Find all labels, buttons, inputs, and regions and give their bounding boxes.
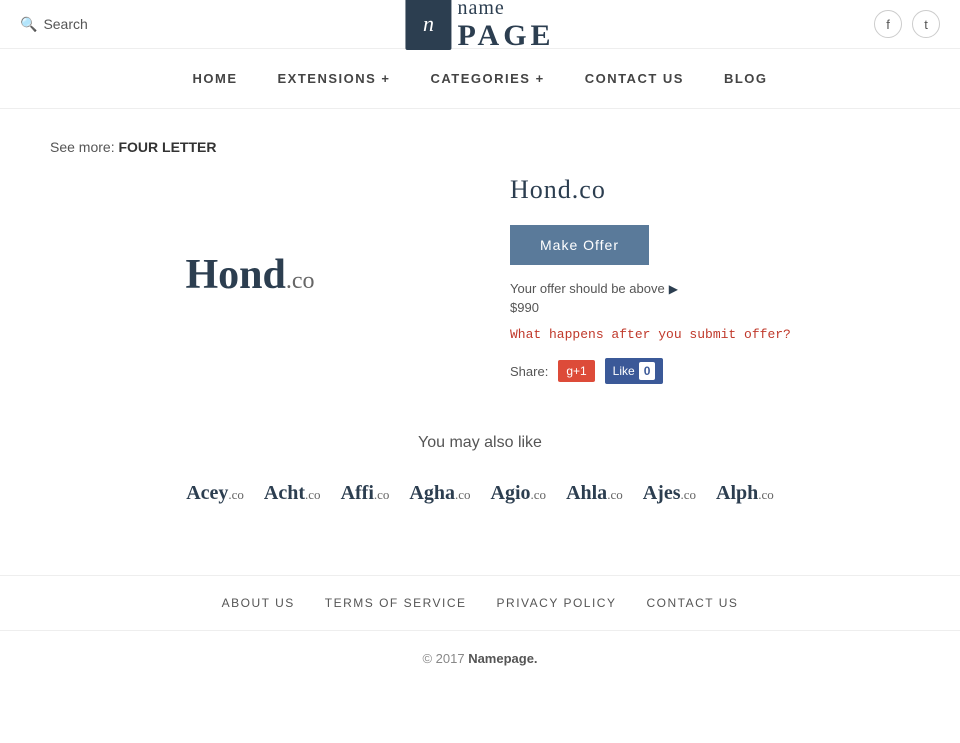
logo-text: name PAGE (457, 0, 554, 52)
logo-icon: n (405, 0, 451, 50)
fb-like-label: Like (613, 364, 635, 378)
footer-site-link[interactable]: Namepage. (468, 651, 537, 666)
domain-title: Hond.co (510, 175, 910, 205)
nav-blog[interactable]: BLOG (724, 67, 768, 90)
offer-arrow-icon: ▶ (669, 282, 678, 296)
domain-list: Acey.co Acht.co Affi.co Agha.co Agio.co … (50, 482, 910, 505)
list-item[interactable]: Agha.co (409, 482, 470, 505)
footer-nav: ABOUT US TERMS OF SERVICE PRIVACY POLICY… (0, 576, 960, 631)
offer-price: $990 (510, 300, 910, 315)
breadcrumb: See more: FOUR LETTER (50, 139, 910, 155)
fb-count: 0 (639, 362, 656, 380)
search-area[interactable]: 🔍 Search (20, 16, 88, 33)
domain-info: Hond.co Make Offer Your offer should be … (510, 175, 910, 384)
list-item[interactable]: Ahla.co (566, 482, 623, 505)
search-icon: 🔍 (20, 16, 37, 33)
footer-copyright: © 2017 Namepage. (0, 631, 960, 686)
share-row: Share: g+1 Like 0 (510, 358, 910, 384)
nav-extensions[interactable]: EXTENSIONS + (277, 67, 390, 90)
list-item[interactable]: Ajes.co (643, 482, 696, 505)
social-icons: f t (874, 10, 940, 38)
facebook-icon[interactable]: f (874, 10, 902, 38)
domain-preview: Hond.co (50, 175, 450, 375)
nav-contact[interactable]: CONTACT US (585, 67, 684, 90)
facebook-like-button[interactable]: Like 0 (605, 358, 664, 384)
list-item[interactable]: Agio.co (491, 482, 547, 505)
main-content: See more: FOUR LETTER Hond.co Hond.co Ma… (30, 109, 930, 535)
offer-hint: Your offer should be above ▶ (510, 281, 910, 296)
footer-nav-privacy[interactable]: PRIVACY POLICY (497, 596, 617, 610)
what-happens-link[interactable]: What happens after you submit offer? (510, 327, 910, 342)
also-like-section: You may also like Acey.co Acht.co Affi.c… (50, 434, 910, 505)
nav-home[interactable]: HOME (192, 67, 237, 90)
nav-categories[interactable]: CATEGORIES + (430, 67, 544, 90)
logo[interactable]: n name PAGE (405, 0, 554, 52)
list-item[interactable]: Acey.co (186, 482, 244, 505)
twitter-icon[interactable]: t (912, 10, 940, 38)
domain-preview-text: Hond.co (185, 251, 314, 299)
domain-section: Hond.co Hond.co Make Offer Your offer sh… (50, 175, 910, 384)
search-label: Search (43, 16, 87, 32)
breadcrumb-link[interactable]: FOUR LETTER (118, 139, 216, 155)
main-nav: HOME EXTENSIONS + CATEGORIES + CONTACT U… (0, 49, 960, 109)
header: 🔍 Search n name PAGE f t (0, 0, 960, 49)
gplus-button[interactable]: g+1 (558, 360, 594, 382)
list-item[interactable]: Affi.co (341, 482, 390, 505)
footer: ABOUT US TERMS OF SERVICE PRIVACY POLICY… (0, 576, 960, 686)
make-offer-button[interactable]: Make Offer (510, 225, 649, 265)
list-item[interactable]: Acht.co (264, 482, 321, 505)
also-like-title: You may also like (50, 434, 910, 452)
share-label: Share: (510, 364, 548, 379)
footer-nav-contact[interactable]: CONTACT US (646, 596, 738, 610)
footer-nav-terms[interactable]: TERMS OF SERVICE (325, 596, 467, 610)
footer-nav-about[interactable]: ABOUT US (222, 596, 295, 610)
list-item[interactable]: Alph.co (716, 482, 774, 505)
